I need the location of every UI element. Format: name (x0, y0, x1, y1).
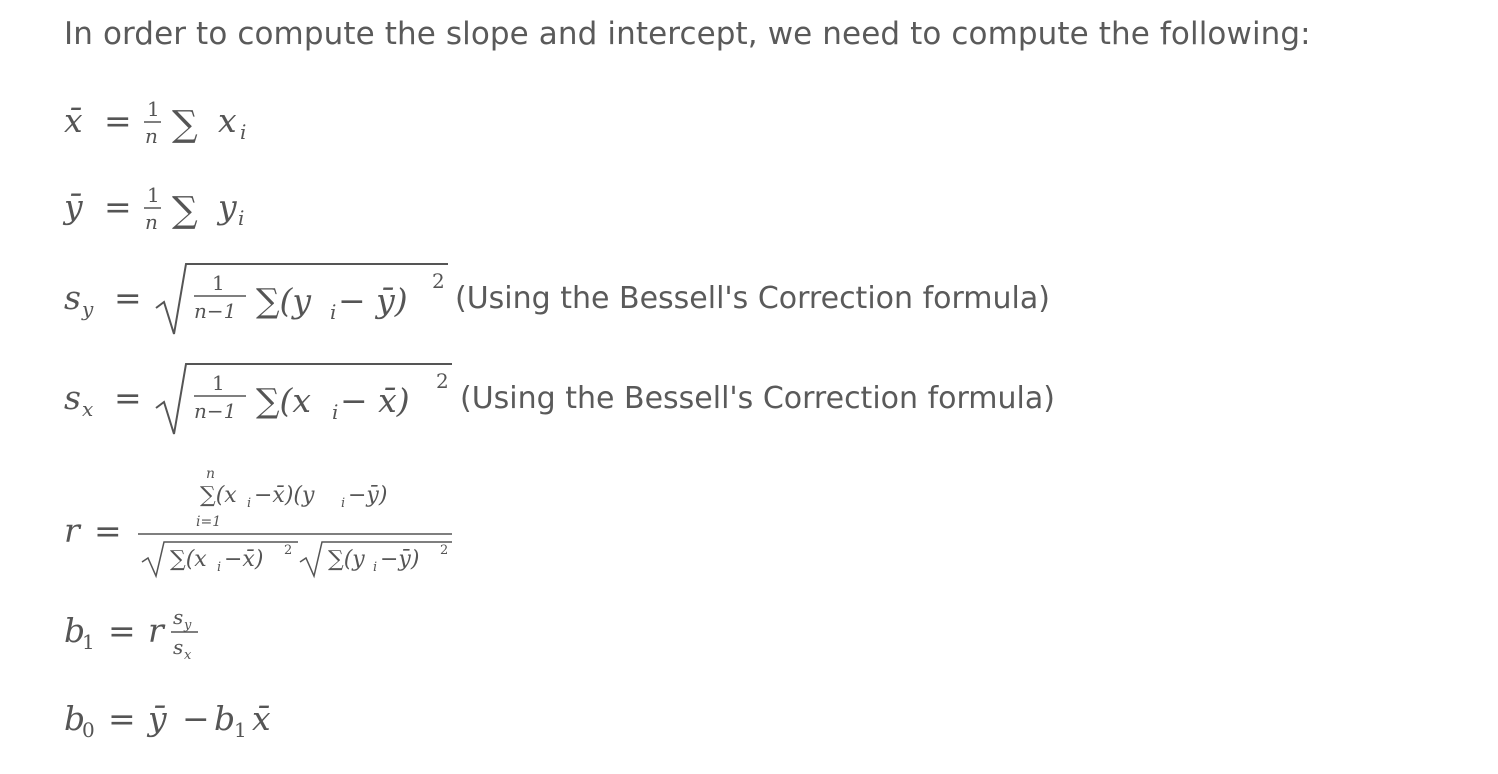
ybar-sum: ∑ (172, 190, 198, 231)
r-den-right-sub: i (373, 560, 377, 575)
formula-b0-svg: b 0 = ȳ − b 1 x̄ (64, 699, 271, 742)
xbar-term: x (218, 101, 237, 140)
b0-minus: − (182, 699, 210, 738)
b1-den: s (173, 635, 183, 659)
sy-body: ∑(y (256, 281, 311, 320)
sy-lhs: s (64, 278, 81, 317)
b1-num-sub: y (183, 618, 192, 633)
ybar-equals: = (104, 187, 132, 226)
r-equals: = (94, 511, 122, 550)
formula-xbar-svg: x̄ = 1 n ∑ x i (64, 97, 246, 148)
r-den-left-sub: i (217, 560, 221, 575)
sx-power: 2 (436, 369, 449, 393)
b1-lhs-sub: 1 (82, 630, 95, 654)
b1-equals: = (108, 611, 136, 650)
sx-body-sub: i (332, 400, 338, 424)
ybar-lhs: ȳ (62, 187, 83, 226)
sy-body-sub: i (330, 300, 336, 324)
sx-equals: = (114, 378, 142, 417)
formula-r-svg: r = n ∑(x i −x̄)(y i −ȳ) i=1 ∑(x i −x̄) … (64, 466, 452, 579)
r-sum-bottom: i=1 (196, 514, 221, 530)
formula-r: r = n ∑(x i −x̄)(y i −ȳ) i=1 ∑(x i −x̄) … (60, 462, 460, 582)
b1-factor: r (148, 611, 166, 650)
r-den-left-power: 2 (284, 543, 292, 558)
sx-lhs: s (64, 378, 81, 417)
sy-body-rest: − ȳ) (338, 281, 408, 320)
b1-num: s (173, 605, 183, 629)
formula-ybar-svg: ȳ = 1 n ∑ y i (62, 183, 244, 234)
ybar-term: y (216, 187, 237, 226)
r-num-sub-y: i (341, 496, 345, 511)
r-num-mid: −x̄)(y (254, 483, 315, 508)
ybar-sub: i (238, 206, 244, 230)
xbar-frac-num: 1 (147, 97, 160, 121)
formula-sy-svg: s y = 1 n−1 ∑(y i − ȳ) 2 (64, 263, 448, 335)
formula-b0: b 0 = ȳ − b 1 x̄ (60, 694, 320, 750)
r-den-left-rest: −x̄) (224, 547, 263, 572)
r-den-right-rest: −ȳ) (380, 547, 419, 572)
formula-xbar: x̄ = 1 n ∑ x i (60, 96, 280, 148)
r-den-left: ∑(x (170, 547, 207, 572)
xbar-sub: i (240, 120, 246, 144)
r-lhs: r (64, 511, 82, 550)
b0-third: x̄ (252, 699, 271, 738)
sx-frac-den: n−1 (194, 399, 236, 423)
formula-ybar: ȳ = 1 n ∑ y i (60, 182, 280, 234)
sy-power: 2 (432, 269, 445, 293)
sx-body: ∑(x (256, 381, 311, 420)
r-num-sub-x: i (247, 496, 251, 511)
b0-first: ȳ (146, 699, 167, 738)
formula-sy: s y = 1 n−1 ∑(y i − ȳ) 2 (60, 256, 460, 340)
r-num-expr: ∑(x (200, 483, 237, 508)
r-num-end: −ȳ) (348, 483, 387, 508)
sx-frac-num: 1 (212, 371, 225, 395)
formula-sx-svg: s x = 1 n−1 ∑(x i − x̄) 2 (64, 363, 452, 435)
b0-equals: = (108, 699, 136, 738)
sx-body-rest: − x̄) (340, 381, 410, 420)
xbar-equals: = (104, 101, 132, 140)
xbar-frac-den: n (145, 124, 158, 148)
formula-b1: b 1 = r s y s x (60, 602, 260, 666)
sy-frac-den: n−1 (194, 299, 236, 323)
r-sum-top: n (206, 466, 215, 482)
b1-den-sub: x (184, 648, 192, 663)
xbar-lhs: x̄ (64, 101, 83, 140)
r-den-right: ∑(y (328, 547, 365, 572)
sy-equals: = (114, 278, 142, 317)
sx-note: (Using the Bessell's Correction formula) (460, 381, 1055, 416)
r-den-right-power: 2 (440, 543, 448, 558)
b0-second-sub: 1 (234, 718, 247, 742)
b0-lhs-sub: 0 (82, 718, 95, 742)
sy-note: (Using the Bessell's Correction formula) (455, 281, 1050, 316)
xbar-sum: ∑ (172, 104, 198, 145)
sx-lhs-sub: x (82, 397, 93, 421)
sy-lhs-sub: y (81, 297, 94, 321)
formula-sx: s x = 1 n−1 ∑(x i − x̄) 2 (60, 356, 460, 440)
b0-second: b (214, 699, 235, 738)
intro-text: In order to compute the slope and interc… (64, 16, 1311, 52)
sy-frac-num: 1 (212, 271, 225, 295)
formula-b1-svg: b 1 = r s y s x (64, 605, 198, 663)
ybar-frac-num: 1 (147, 183, 160, 207)
ybar-frac-den: n (145, 210, 158, 234)
